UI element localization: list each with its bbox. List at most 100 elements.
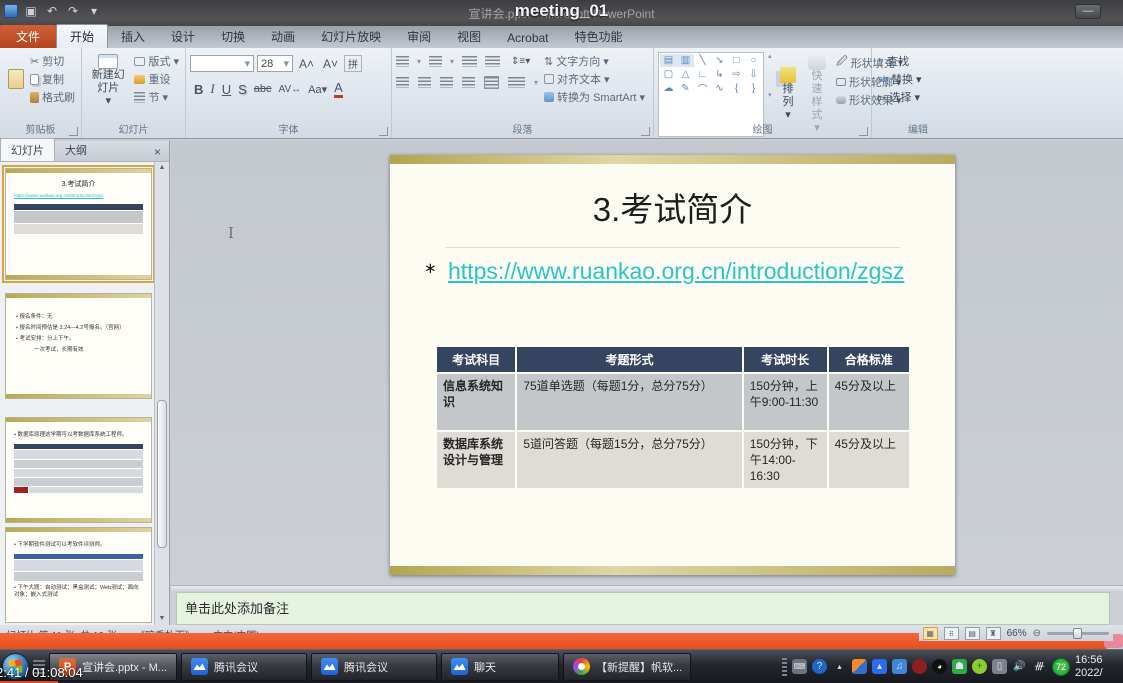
phonetic-guide-icon[interactable]: 拼 <box>344 55 362 72</box>
drawing-dialog-launcher[interactable] <box>859 127 868 136</box>
change-case-button[interactable]: Aa▾ <box>308 83 327 96</box>
paragraph-dialog-launcher[interactable] <box>641 127 650 136</box>
shield-icon[interactable]: ☗ <box>952 659 967 674</box>
shape-gallery-up-icon[interactable]: ▴ <box>768 52 772 60</box>
taskbar-button-browser[interactable]: 【新提醒】帆软... <box>563 653 691 681</box>
keyboard-icon[interactable]: ⌨ <box>792 659 807 674</box>
slideshow-icon[interactable]: ♜ <box>986 627 1001 640</box>
thumbnails-scrollbar[interactable]: ▲ ▼ <box>154 162 169 625</box>
bullets-icon[interactable] <box>396 56 409 67</box>
clipboard-dialog-launcher[interactable] <box>69 127 78 136</box>
slide-canvas[interactable]: 3.考试简介 ∗ https://www.ruankao.org.cn/intr… <box>390 155 955 575</box>
slide-title[interactable]: 3.考试简介 <box>390 183 955 231</box>
app-orange-icon[interactable] <box>852 659 867 674</box>
align-left-icon[interactable] <box>396 77 409 88</box>
font-dialog-launcher[interactable] <box>379 127 388 136</box>
exam-info-table[interactable]: 考试科目 考题形式 考试时长 合格标准 信息系统知识 75道单选题（每题1分，总… <box>435 345 911 490</box>
font-name-select[interactable]: ▾ <box>190 55 254 72</box>
shape-curve-icon[interactable]: ∿ <box>711 82 728 95</box>
shape-freeform-icon[interactable]: ✎ <box>677 82 694 95</box>
volume-icon[interactable]: 🔊 <box>1012 659 1027 674</box>
new-slide-button[interactable]: 新建幻灯片▾ <box>86 52 130 110</box>
tab-transitions[interactable]: 切换 <box>208 25 258 48</box>
italic-button[interactable]: I <box>210 81 214 97</box>
shape-cloud-icon[interactable]: ☁ <box>660 82 677 95</box>
shape-line-icon[interactable]: ╲ <box>694 54 711 67</box>
grow-font-icon[interactable]: A˄ <box>296 57 317 71</box>
bold-button[interactable]: B <box>194 82 203 97</box>
tab-slides-thumbnails[interactable]: 幻灯片 <box>0 138 55 161</box>
tab-file[interactable]: 文件 <box>0 25 56 48</box>
scroll-down-icon[interactable]: ▼ <box>155 615 169 622</box>
shape-elbow-icon[interactable]: ∟ <box>694 68 711 81</box>
section-button[interactable]: 节 ▾ <box>132 88 181 106</box>
slide-thumbnail[interactable]: • 数据库原理这学期可以考数据库系统工程师。 <box>5 417 152 523</box>
align-right-icon[interactable] <box>440 77 453 88</box>
tab-insert[interactable]: 插入 <box>108 25 158 48</box>
reset-button[interactable]: 重设 <box>132 70 181 88</box>
app-red-icon[interactable] <box>912 659 927 674</box>
taskbar-button-tencent-meeting-2[interactable]: 腾讯会议 <box>311 653 437 681</box>
tab-design[interactable]: 设计 <box>158 25 208 48</box>
app-blue-icon[interactable]: ♫ <box>892 659 907 674</box>
replace-button[interactable]: ab替换 ▾ <box>876 70 960 88</box>
shape-triangle-icon[interactable]: △ <box>677 68 694 81</box>
shape-rectangle-icon[interactable]: □ <box>728 54 745 67</box>
shrink-font-icon[interactable]: A˅ <box>320 57 341 71</box>
distributed-icon[interactable] <box>484 76 499 89</box>
numbering-icon[interactable] <box>429 56 442 67</box>
tab-special[interactable]: 特色功能 <box>562 25 636 48</box>
show-hidden-icons-icon[interactable]: ▴ <box>832 659 847 674</box>
tab-animations[interactable]: 动画 <box>258 25 308 48</box>
align-center-icon[interactable] <box>418 77 431 88</box>
font-size-select[interactable]: 28▾ <box>257 55 293 72</box>
slide-hyperlink[interactable]: https://www.ruankao.org.cn/introduction/… <box>448 255 940 287</box>
shape-brace-left-icon[interactable]: { <box>728 82 745 95</box>
paste-button[interactable] <box>4 52 28 106</box>
font-color-button[interactable]: A <box>334 80 343 98</box>
tab-acrobat[interactable]: Acrobat <box>494 28 561 48</box>
shape-oval-icon[interactable]: ○ <box>745 54 762 67</box>
slide-thumbnail-current[interactable]: 3.考试简介 https://www.ruankao.org.cn/introd… <box>5 168 152 280</box>
shape-gallery-down-icon[interactable]: ▾ <box>768 91 772 99</box>
text-direction-button[interactable]: ⇅文字方向 ▾ <box>542 52 647 70</box>
network-signal-icon[interactable]: ᚍ <box>1032 659 1047 674</box>
tencent-meeting-tray-icon[interactable]: ▴ <box>872 659 887 674</box>
tab-review[interactable]: 审阅 <box>394 25 444 48</box>
help-icon[interactable]: ? <box>812 659 827 674</box>
layout-button[interactable]: 版式 ▾ <box>132 52 181 70</box>
shape-down-arrow-icon[interactable]: ⇩ <box>745 68 762 81</box>
wallet-icon[interactable]: + <box>972 659 987 674</box>
decrease-indent-icon[interactable] <box>462 56 477 67</box>
shadow-button[interactable]: S <box>238 82 247 97</box>
justify-icon[interactable] <box>462 77 475 88</box>
reading-view-icon[interactable]: ▤ <box>965 627 980 640</box>
clipboard-app-icon[interactable]: ▯ <box>992 659 1007 674</box>
scrollbar-thumb[interactable] <box>157 400 167 548</box>
shape-right-arrow-icon[interactable]: ⇨ <box>728 68 745 81</box>
notes-splitter[interactable] <box>171 585 1123 592</box>
shape-arrow-line-icon[interactable]: ↘ <box>711 54 728 67</box>
zoom-slider-thumb[interactable] <box>1073 628 1082 639</box>
tab-slideshow[interactable]: 幻灯片放映 <box>308 25 394 48</box>
taskbar-button-chat[interactable]: 聊天 <box>441 653 559 681</box>
taskbar-button-tencent-meeting-1[interactable]: 腾讯会议 <box>181 653 307 681</box>
shape-rounded-rect-icon[interactable]: ▢ <box>660 68 677 81</box>
zoom-out-icon[interactable]: ⊖ <box>1033 628 1041 639</box>
qq-penguin-icon[interactable]: ◕ <box>932 659 947 674</box>
char-spacing-button[interactable]: AV↔ <box>279 84 302 95</box>
shape-arc-icon[interactable]: ⌒ <box>694 82 711 95</box>
tab-outline[interactable]: 大纲 <box>55 139 97 161</box>
line-spacing-icon[interactable]: ⇕≡▾ <box>508 56 533 67</box>
tab-home[interactable]: 开始 <box>56 24 108 48</box>
battery-percent-badge[interactable]: 72 <box>1052 658 1070 676</box>
shape-elbow-arrow-icon[interactable]: ↳ <box>711 68 728 81</box>
columns-icon[interactable] <box>508 77 525 88</box>
shape-brace-right-icon[interactable]: } <box>745 82 762 95</box>
shape-picture-icon[interactable]: ▤ <box>660 54 677 67</box>
slide-thumbnail[interactable]: • 下学期软件测试可以考软件评测师。 • 下午大题：自动测试；黑盒测试；Web测… <box>5 527 152 623</box>
shape-textbox-icon[interactable]: ▥ <box>677 54 694 67</box>
panel-close-icon[interactable]: × <box>146 143 169 161</box>
format-painter-button[interactable]: 格式刷 <box>28 88 77 106</box>
slide-sorter-icon[interactable]: ᎒᎒ <box>944 627 959 640</box>
